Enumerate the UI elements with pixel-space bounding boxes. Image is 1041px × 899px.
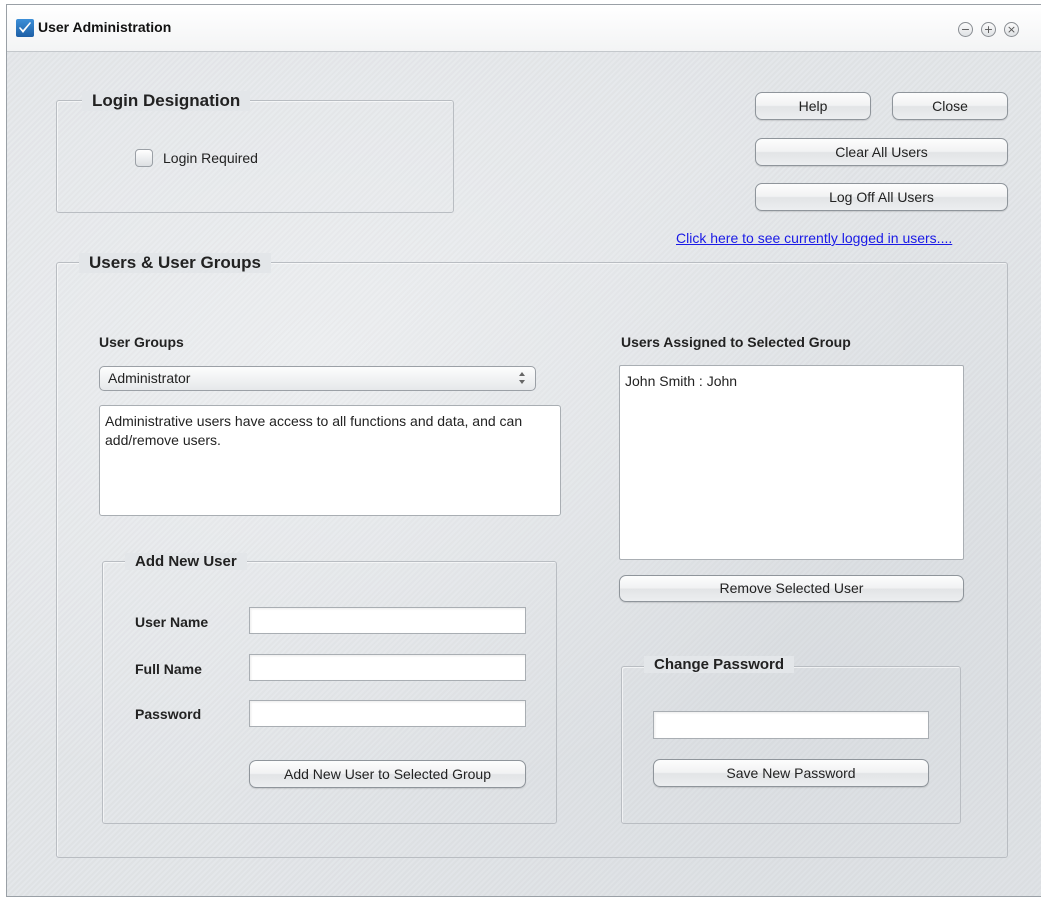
help-button[interactable]: Help [755,92,871,120]
full-name-field[interactable] [249,654,526,681]
app-logo-icon [16,19,34,37]
maximize-icon[interactable]: + [981,22,996,37]
remove-selected-user-button[interactable]: Remove Selected User [619,575,964,602]
group-description-text: Administrative users have access to all … [99,405,561,516]
window-title: User Administration [38,19,172,35]
login-required-label: Login Required [163,150,258,166]
new-password-field[interactable] [653,711,929,739]
user-group-select-value: Administrator [108,370,191,386]
close-window-icon[interactable]: × [1004,22,1019,37]
user-administration-window: User Administration − + × Login Designat… [6,4,1041,897]
assigned-users-list[interactable]: John Smith : John [619,365,964,560]
select-arrows-icon [517,370,527,386]
logged-in-users-link[interactable]: Click here to see currently logged in us… [676,230,952,246]
clear-all-users-button[interactable]: Clear All Users [755,138,1008,166]
add-new-user-button[interactable]: Add New User to Selected Group [249,760,526,788]
minimize-icon[interactable]: − [958,22,973,37]
log-off-all-users-button[interactable]: Log Off All Users [755,183,1008,211]
login-required-checkbox[interactable] [135,149,153,167]
save-new-password-button[interactable]: Save New Password [653,759,929,787]
password-field[interactable] [249,700,526,727]
user-name-field[interactable] [249,607,526,634]
user-name-label: User Name [135,614,209,630]
add-new-user-legend: Add New User [125,553,247,570]
users-groups-legend: Users & User Groups [79,253,271,273]
change-password-legend: Change Password [644,656,795,673]
password-label: Password [135,706,202,722]
user-groups-label: User Groups [99,334,184,350]
user-group-select[interactable]: Administrator [99,366,536,391]
change-password-group [621,666,961,824]
full-name-label: Full Name [135,661,202,677]
title-bar: User Administration − + × [7,5,1041,52]
close-button[interactable]: Close [892,92,1008,120]
list-item[interactable]: John Smith : John [625,372,958,391]
login-designation-legend: Login Designation [82,91,251,111]
assigned-users-label: Users Assigned to Selected Group [621,334,851,350]
